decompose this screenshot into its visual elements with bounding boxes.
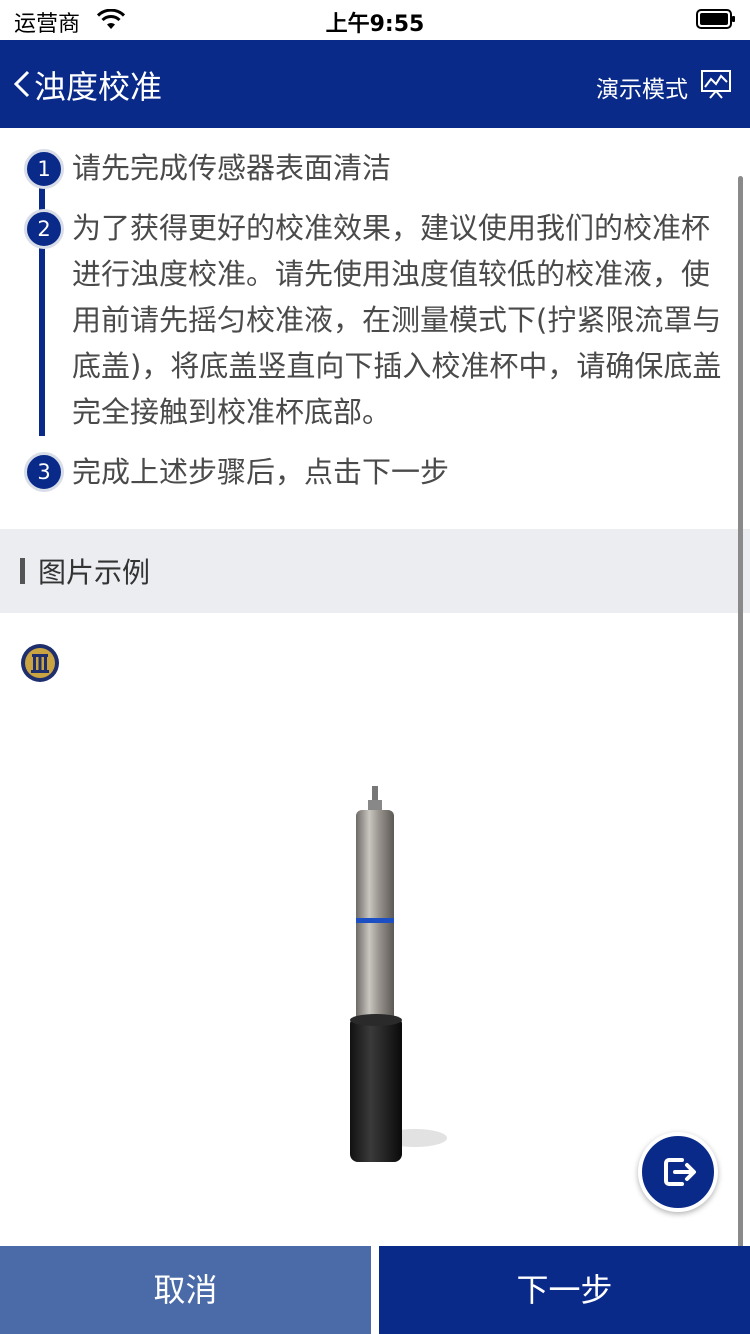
- demo-mode-button[interactable]: 演示模式: [596, 70, 688, 104]
- exit-button[interactable]: [638, 1132, 718, 1212]
- section-marker: [20, 558, 25, 584]
- step-number-3: 3: [24, 452, 64, 492]
- back-icon[interactable]: [10, 64, 34, 104]
- next-step-button[interactable]: 下一步: [379, 1246, 750, 1334]
- presentation-chart-icon[interactable]: [700, 68, 732, 100]
- step-text-3: 完成上述步骤后，点击下一步: [72, 455, 450, 489]
- company-logo-icon: [21, 644, 59, 682]
- sensor-product-image: [350, 786, 447, 1162]
- image-example-header: 图片示例: [0, 529, 750, 613]
- step-text-1: 请先完成传感器表面清洁: [72, 151, 392, 185]
- step-text-2: 为了获得更好的校准效果，建议使用我们的校准杯进行浊度校准。请先使用浊度值较低的校…: [72, 211, 722, 429]
- step-number-2: 2: [24, 209, 64, 249]
- scrollbar[interactable]: [738, 176, 743, 1272]
- cancel-button[interactable]: 取消: [0, 1246, 371, 1334]
- logout-icon: [664, 1158, 696, 1186]
- instruction-steps: 1 请先完成传感器表面清洁 2 为了获得更好的校准效果，建议使用我们的校准杯进行…: [0, 128, 750, 528]
- navigation-bar: 浊度校准 演示模式: [0, 40, 750, 128]
- battery-icon: [696, 9, 735, 29]
- section-title: 图片示例: [38, 556, 151, 589]
- status-bar: 运营商 上午9:55: [0, 0, 750, 40]
- status-time: 上午9:55: [325, 12, 425, 37]
- page-title: 浊度校准: [34, 68, 163, 106]
- step-number-1: 1: [24, 149, 64, 189]
